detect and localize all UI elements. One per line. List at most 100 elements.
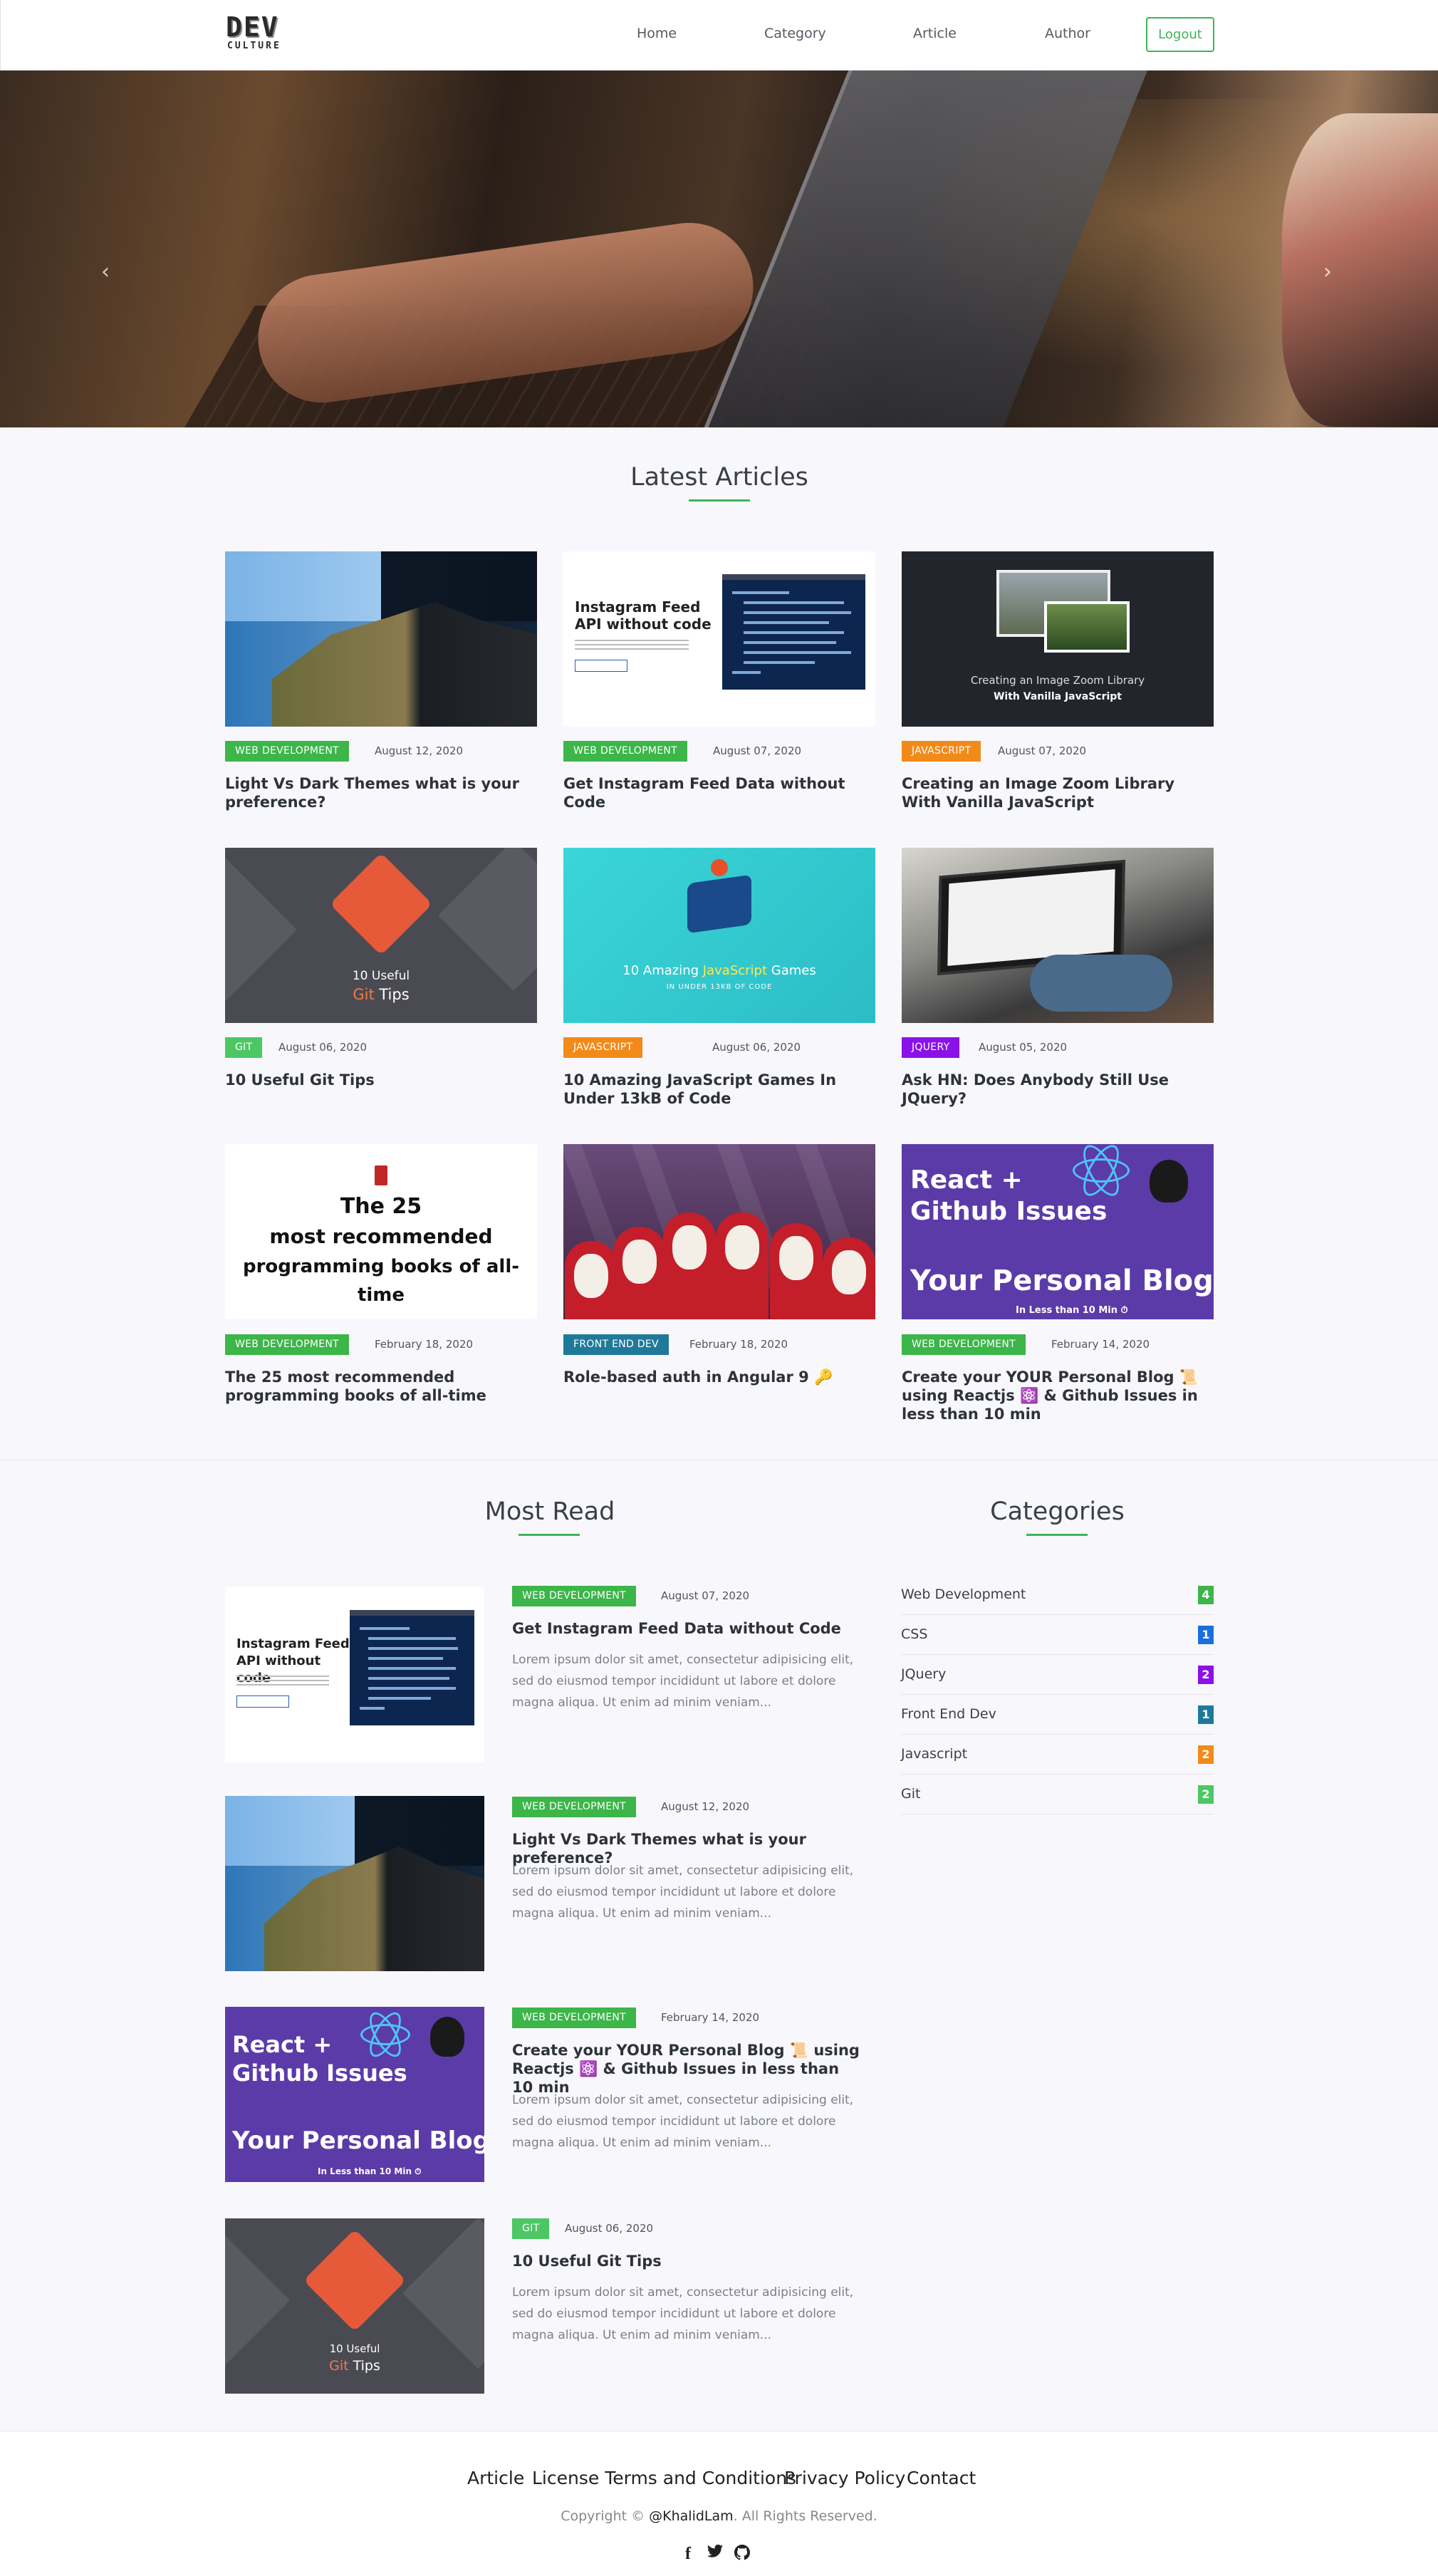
article-thumbnail[interactable]: Instagram Feed API without code (563, 551, 875, 727)
category-badge[interactable]: WEB DEVELOPMENT (225, 1334, 350, 1355)
article-thumbnail[interactable] (902, 848, 1214, 1023)
category-badge[interactable]: WEB DEVELOPMENT (902, 1334, 1026, 1355)
nav-link-author[interactable]: Author (1045, 24, 1090, 43)
category-item-front-end-dev[interactable]: Front End Dev 1 (901, 1695, 1214, 1735)
article-thumbnail[interactable]: 10 Useful Git Tips (225, 848, 537, 1023)
article-title[interactable]: Creating an Image Zoom Library With Vani… (902, 774, 1214, 811)
category-badge[interactable]: WEB DEVELOPMENT (225, 741, 350, 762)
footer-link-license[interactable]: License Terms and Conditions (532, 2467, 796, 2490)
article-thumbnail[interactable] (563, 1144, 875, 1319)
copyright-prefix: Copyright © (561, 2508, 650, 2524)
category-badge[interactable]: GIT (225, 1037, 263, 1058)
article-excerpt: Lorem ipsum dolor sit amet, consectetur … (512, 1864, 854, 1921)
most-read-thumbnail[interactable]: React + Github Issues Your Personal Blog… (225, 2007, 484, 2182)
logo-text-bottom: CULTURE (227, 41, 281, 51)
article-thumbnail[interactable]: The 25 most recommended programming book… (225, 1144, 537, 1319)
article-thumbnail[interactable]: 10 Amazing JavaScript Games IN UNDER 13K… (563, 848, 875, 1023)
most-read-thumbnail[interactable]: 10 Useful Git Tips (225, 2218, 484, 2394)
article-title[interactable]: 10 Useful Git Tips (225, 1071, 537, 1089)
article-thumbnail[interactable]: Creating an Image Zoom Library With Vani… (902, 551, 1214, 727)
category-count-badge: 2 (1198, 1666, 1214, 1684)
article-title[interactable]: 10 Useful Git Tips (512, 2252, 863, 2270)
author-link[interactable]: @KhalidLam (649, 2508, 734, 2524)
category-item-git[interactable]: Git 2 (901, 1775, 1214, 1814)
article-date: August 12, 2020 (661, 1800, 750, 1813)
category-item-css[interactable]: CSS 1 (901, 1615, 1214, 1655)
thumbnail-text: most recommended (269, 1225, 493, 1248)
github-icon[interactable] (734, 2544, 751, 2565)
article-title[interactable]: 10 Amazing JavaScript Games In Under 13k… (563, 1071, 875, 1108)
nav-link-category[interactable]: Category (764, 24, 826, 43)
thumbnail-text: Git (353, 986, 375, 1003)
twitter-icon[interactable] (707, 2544, 724, 2564)
category-label: Javascript (901, 1746, 968, 1762)
article-title[interactable]: Role-based auth in Angular 9 🔑 (563, 1368, 875, 1386)
thumbnail-text: The 25 (340, 1194, 422, 1219)
article-title[interactable]: Get Instagram Feed Data without Code (512, 1619, 863, 1638)
hero-image-poster (1282, 113, 1438, 427)
article-date: August 07, 2020 (713, 744, 802, 757)
thumbnail-text: 10 Useful (329, 2342, 380, 2355)
category-badge[interactable]: JAVASCRIPT (563, 1037, 643, 1058)
thumbnail-text: Creating an Image Zoom Library (970, 674, 1145, 687)
nav-link-article[interactable]: Article (913, 24, 957, 43)
article-excerpt: Lorem ipsum dolor sit amet, consectetur … (512, 2093, 854, 2150)
article-date: February 14, 2020 (661, 2011, 760, 2024)
facebook-icon[interactable]: f (685, 2544, 691, 2564)
title-underline (689, 499, 750, 502)
category-label: Web Development (901, 1586, 1026, 1602)
category-badge[interactable]: FRONT END DEV (563, 1334, 669, 1355)
thumbnail-text: In Less than 10 Min ⏱ (318, 2166, 422, 2176)
logout-button[interactable]: Logout (1146, 17, 1214, 52)
latest-articles-title: Latest Articles (630, 463, 808, 492)
article-date: August 06, 2020 (712, 1041, 801, 1054)
category-badge[interactable]: WEB DEVELOPMENT (512, 1797, 637, 1817)
category-count-badge: 2 (1198, 1785, 1214, 1804)
article-thumbnail[interactable]: React + Github Issues Your Personal Blog… (902, 1144, 1214, 1319)
article-excerpt: Lorem ipsum dolor sit amet, consectetur … (512, 1653, 854, 1710)
carousel-next-icon[interactable]: › (1323, 261, 1332, 283)
article-thumbnail[interactable] (225, 551, 537, 727)
nav-link-home[interactable]: Home (637, 24, 677, 43)
article-title[interactable]: Light Vs Dark Themes what is your prefer… (225, 774, 537, 811)
category-item-javascript[interactable]: Javascript 2 (901, 1735, 1214, 1775)
copyright-text: Copyright © @KhalidLam. All Rights Reser… (0, 2508, 1438, 2524)
category-badge[interactable]: WEB DEVELOPMENT (563, 741, 688, 762)
site-logo[interactable]: DEV CULTURE (226, 13, 293, 54)
article-excerpt: Lorem ipsum dolor sit amet, consectetur … (512, 2285, 854, 2342)
article-date: August 06, 2020 (565, 2222, 654, 2235)
navbar: DEV CULTURE Home Category Article Author… (0, 0, 1438, 71)
categories-title: Categories (990, 1497, 1125, 1526)
category-badge[interactable]: JAVASCRIPT (902, 741, 981, 762)
article-title[interactable]: The 25 most recommended programming book… (225, 1368, 537, 1405)
category-label: Front End Dev (901, 1706, 996, 1722)
category-label: JQuery (901, 1666, 947, 1682)
category-badge[interactable]: WEB DEVELOPMENT (512, 1586, 637, 1606)
category-count-badge: 4 (1198, 1586, 1214, 1604)
category-badge[interactable]: WEB DEVELOPMENT (512, 2008, 637, 2028)
footer-link-privacy[interactable]: Privacy Policy (784, 2467, 905, 2490)
article-title[interactable]: Create your YOUR Personal Blog 📜 using R… (512, 2041, 863, 2097)
category-count-badge: 1 (1198, 1626, 1214, 1644)
category-badge[interactable]: GIT (512, 2218, 550, 2239)
title-underline (519, 1534, 580, 1536)
article-date: February 18, 2020 (375, 1338, 474, 1351)
most-read-thumbnail[interactable]: Instagram Feed API without code (225, 1587, 484, 1762)
title-underline (1026, 1534, 1088, 1536)
category-badge[interactable]: JQUERY (902, 1037, 960, 1058)
category-item-web-development[interactable]: Web Development 4 (901, 1575, 1214, 1615)
category-count-badge: 2 (1198, 1745, 1214, 1764)
thumbnail-text: With Vanilla JavaScript (993, 691, 1122, 702)
thumbnail-text: IN UNDER 13KB OF CODE (666, 983, 773, 991)
category-item-jquery[interactable]: JQuery 2 (901, 1655, 1214, 1695)
carousel-prev-icon[interactable]: ‹ (101, 261, 110, 283)
footer-link-contact[interactable]: Contact (907, 2467, 976, 2490)
article-title[interactable]: Ask HN: Does Anybody Still Use JQuery? (902, 1071, 1214, 1108)
thumbnail-text: Tips (374, 986, 410, 1003)
most-read-thumbnail[interactable] (225, 1796, 484, 1971)
footer: Article License Terms and Conditions Pri… (0, 2431, 1438, 2576)
article-title[interactable]: Create your YOUR Personal Blog 📜 using R… (902, 1368, 1214, 1423)
footer-link-article[interactable]: Article (467, 2467, 524, 2490)
article-title[interactable]: Get Instagram Feed Data without Code (563, 774, 875, 811)
thumbnail-text: Instagram Feed API without code (575, 598, 712, 633)
